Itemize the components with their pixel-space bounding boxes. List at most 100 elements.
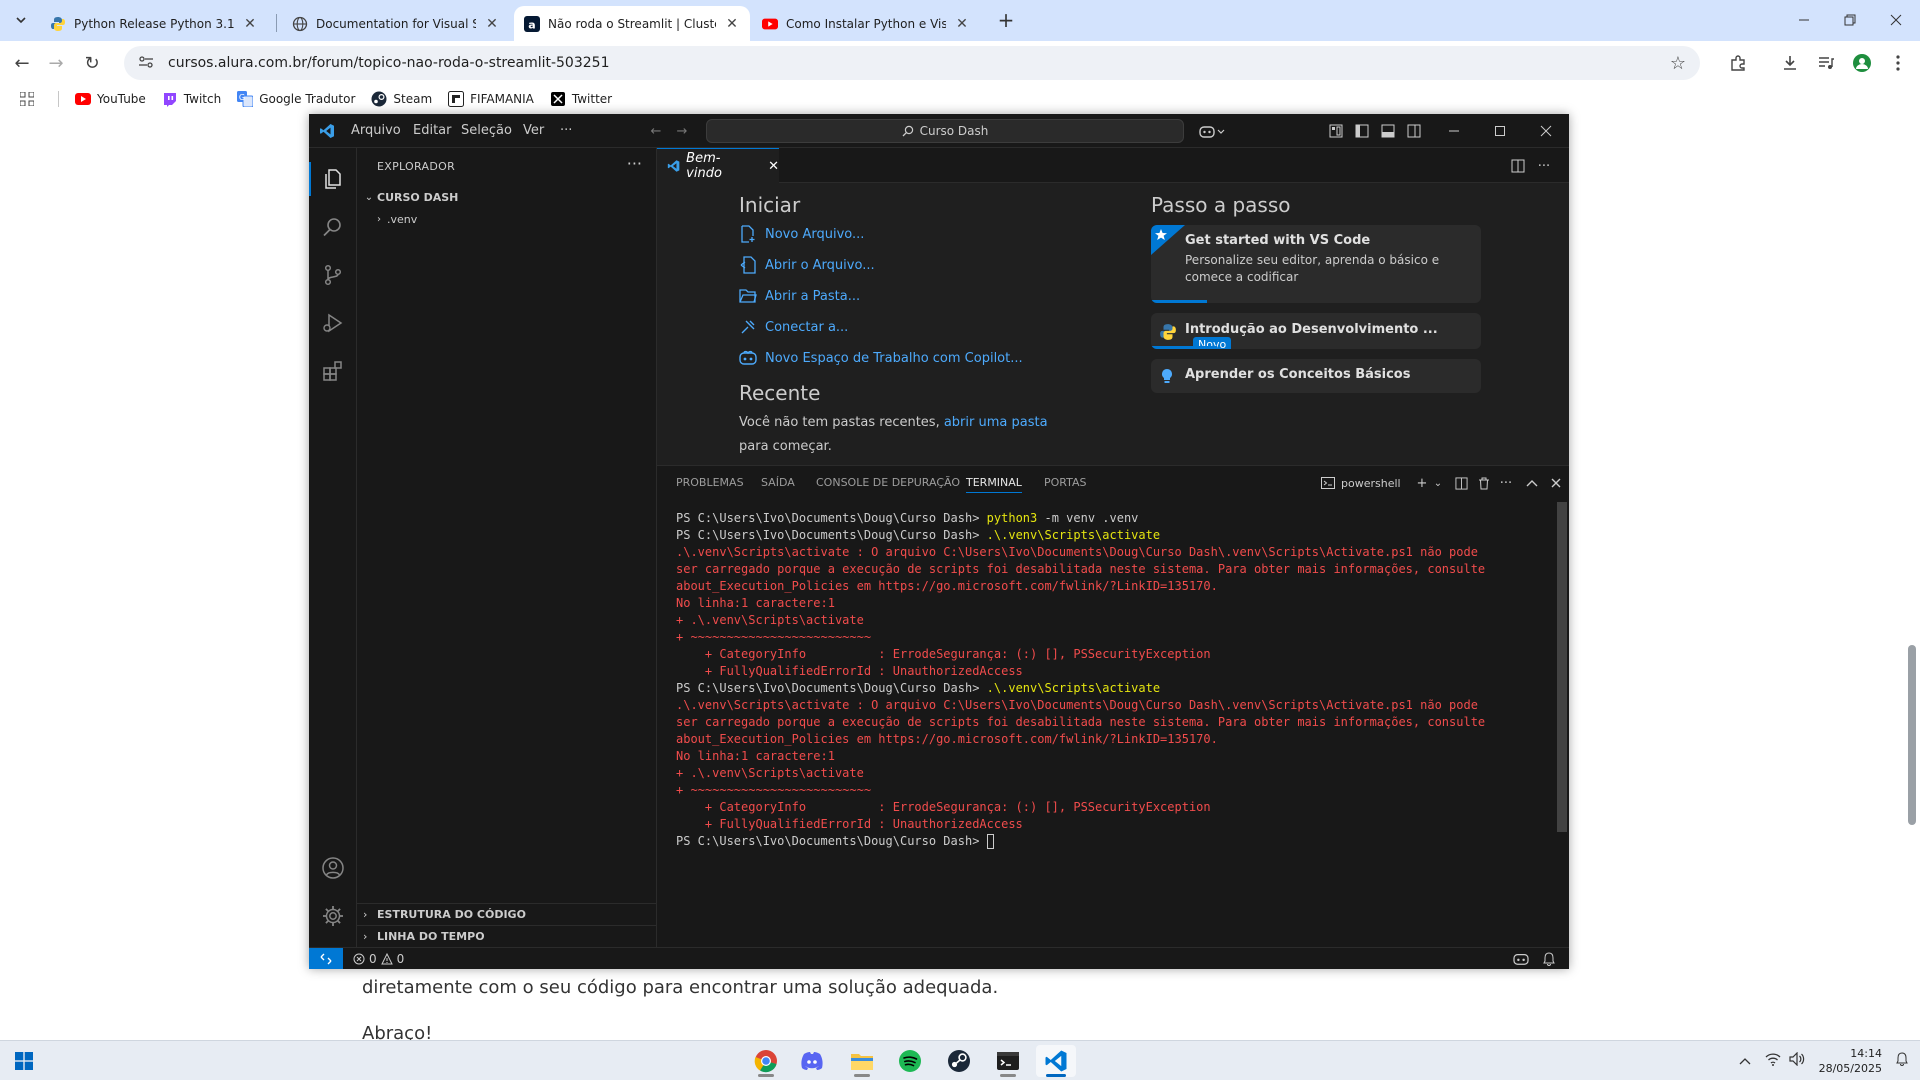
tab-search-button[interactable] <box>8 8 34 32</box>
close-panel-icon[interactable] <box>1547 474 1565 492</box>
bookmark-twitch[interactable]: Twitch <box>162 91 221 107</box>
extensions-icon[interactable] <box>1726 51 1750 75</box>
menu-selecao[interactable]: Seleção <box>461 123 512 138</box>
forward-button[interactable]: → <box>44 51 68 75</box>
browser-tab-alura[interactable]: a Não roda o Streamlit | Clusteriz ✕ <box>514 6 750 41</box>
volume-icon[interactable] <box>1788 1051 1805 1070</box>
toggle-secondary-sidebar-icon[interactable] <box>1405 122 1423 140</box>
editor-tab-welcome[interactable]: Bem-vindo ✕ <box>657 148 779 183</box>
bookmark-youtube[interactable]: YouTube <box>75 91 146 107</box>
taskbar-discord[interactable] <box>792 1045 832 1077</box>
vscode-close-icon[interactable] <box>1537 122 1555 140</box>
remote-indicator-icon[interactable] <box>309 947 343 969</box>
bookmark-google-tradutor[interactable]: G Google Tradutor <box>237 91 355 107</box>
download-icon[interactable] <box>1778 51 1802 75</box>
close-tab-icon[interactable]: ✕ <box>242 16 258 32</box>
start-button[interactable] <box>4 1045 44 1077</box>
vscode-maximize-icon[interactable] <box>1491 122 1509 140</box>
problems-status[interactable]: 0 0 <box>353 952 404 966</box>
bookmark-steam[interactable]: Steam <box>371 91 432 107</box>
explorer-more-actions[interactable]: ··· <box>627 154 642 173</box>
open-folder-inline-link[interactable]: abrir uma pasta <box>944 415 1048 430</box>
copilot-icon[interactable] <box>1197 122 1227 140</box>
reload-button[interactable]: ↻ <box>80 51 104 75</box>
outline-section[interactable]: › ESTRUTURA DO CÓDIGO <box>357 903 657 925</box>
system-clock[interactable]: 14:14 28/05/2025 <box>1819 1046 1882 1076</box>
page-scrollbar-thumb[interactable] <box>1908 645 1916 825</box>
new-tab-button[interactable]: + <box>993 8 1019 34</box>
nav-forward-icon[interactable]: → <box>673 122 691 140</box>
menu-ver[interactable]: Ver <box>523 123 544 138</box>
apps-grid-icon[interactable] <box>18 90 36 108</box>
close-tab-icon[interactable]: ✕ <box>768 159 779 174</box>
terminal-scrollbar[interactable] <box>1557 502 1567 832</box>
panel-tab-problems[interactable]: PROBLEMAS <box>676 476 744 489</box>
close-tab-icon[interactable]: ✕ <box>484 16 500 32</box>
connect-to-link[interactable]: Conectar a... <box>739 318 848 336</box>
search-icon[interactable] <box>320 214 346 240</box>
show-hidden-icons-chevron-up-icon[interactable] <box>1739 1054 1751 1069</box>
toggle-primary-sidebar-icon[interactable] <box>1353 122 1371 140</box>
chevron-down-icon[interactable]: ⌄ <box>1429 474 1447 492</box>
vscode-minimize-icon[interactable] <box>1445 122 1463 140</box>
taskbar-steam[interactable] <box>939 1045 979 1077</box>
command-center-search[interactable]: Curso Dash <box>706 119 1184 143</box>
site-info-icon[interactable] <box>138 55 156 72</box>
bookmark-star-icon[interactable]: ☆ <box>1670 53 1686 74</box>
panel-tab-debug-console[interactable]: CONSOLE DE DEPURAÇÃO <box>816 476 960 489</box>
walkthrough-get-started[interactable]: Get started with VS Code Personalize seu… <box>1151 225 1481 303</box>
taskbar-spotify[interactable] <box>890 1045 930 1077</box>
new-copilot-workspace-link[interactable]: Novo Espaço de Trabalho com Copilot... <box>739 349 1023 367</box>
profile-avatar-icon[interactable] <box>1850 51 1874 75</box>
network-wifi-icon[interactable] <box>1765 1052 1781 1070</box>
open-file-link[interactable]: Abrir o Arquivo... <box>739 256 875 274</box>
extensions-icon[interactable] <box>320 358 346 384</box>
browser-tab-python[interactable]: Python Release Python 3.13.3 | ✕ <box>40 6 268 41</box>
browser-tab-vscode-docs[interactable]: Documentation for Visual Studi ✕ <box>282 6 510 41</box>
taskbar-vscode[interactable] <box>1036 1045 1076 1077</box>
terminal-output[interactable]: PS C:\Users\Ivo\Documents\Doug\Curso Das… <box>676 510 1556 850</box>
new-file-link[interactable]: Novo Arquivo... <box>739 225 864 243</box>
panel-tab-terminal[interactable]: TERMINAL <box>966 476 1022 493</box>
media-control-icon[interactable] <box>1814 51 1838 75</box>
close-tab-icon[interactable]: ✕ <box>724 16 740 32</box>
settings-gear-icon[interactable] <box>320 903 346 929</box>
workspace-folder-row[interactable]: ⌄ CURSO DASH <box>357 186 657 208</box>
walkthrough-python-intro[interactable]: Introdução ao Desenvolvimento ...Novo <box>1151 313 1481 349</box>
run-debug-icon[interactable] <box>320 310 346 336</box>
explorer-files-icon[interactable] <box>320 166 346 192</box>
copilot-status-icon[interactable] <box>1513 952 1529 969</box>
nav-back-icon[interactable]: ← <box>647 122 665 140</box>
notification-bell-icon[interactable] <box>1896 1052 1908 1070</box>
taskbar-file-explorer[interactable] <box>842 1045 882 1077</box>
accounts-icon[interactable] <box>320 855 346 881</box>
bookmark-fifamania[interactable]: FIFAMANIA <box>448 91 534 107</box>
open-folder-link[interactable]: Abrir a Pasta... <box>739 287 860 305</box>
customize-layout-icon[interactable] <box>1327 122 1345 140</box>
panel-tab-ports[interactable]: PORTAS <box>1044 476 1087 489</box>
taskbar-terminal[interactable] <box>988 1045 1028 1077</box>
editor-more-icon[interactable]: ··· <box>1535 157 1553 175</box>
browser-tab-youtube[interactable]: Como Instalar Python e Visual S ✕ <box>752 6 980 41</box>
panel-tab-output[interactable]: SAÍDA <box>761 476 795 489</box>
kill-terminal-trash-icon[interactable] <box>1475 474 1493 492</box>
split-editor-icon[interactable] <box>1509 157 1527 175</box>
page-scrollbar[interactable] <box>1904 113 1920 1040</box>
restore-button[interactable] <box>1830 6 1870 34</box>
split-terminal-icon[interactable] <box>1452 474 1470 492</box>
panel-more-icon[interactable]: ··· <box>1497 474 1515 492</box>
bookmark-twitter[interactable]: Twitter <box>550 91 612 107</box>
taskbar-chrome[interactable] <box>746 1045 786 1077</box>
browser-menu-icon[interactable] <box>1886 51 1910 75</box>
walkthrough-fundamentals[interactable]: Aprender os Conceitos Básicos <box>1151 359 1481 393</box>
minimize-button[interactable] <box>1784 6 1824 34</box>
menu-more[interactable]: ··· <box>560 123 572 138</box>
menu-arquivo[interactable]: Arquivo <box>351 123 401 138</box>
menu-editar[interactable]: Editar <box>413 123 452 138</box>
close-tab-icon[interactable]: ✕ <box>954 16 970 32</box>
maximize-panel-chevron-up-icon[interactable] <box>1523 474 1541 492</box>
tree-item-venv[interactable]: › .venv <box>357 208 657 230</box>
terminal-shell-selector[interactable]: powershell <box>1321 474 1411 492</box>
address-bar[interactable]: cursos.alura.com.br/forum/topico-nao-rod… <box>124 46 1700 80</box>
back-button[interactable]: ← <box>10 51 34 75</box>
